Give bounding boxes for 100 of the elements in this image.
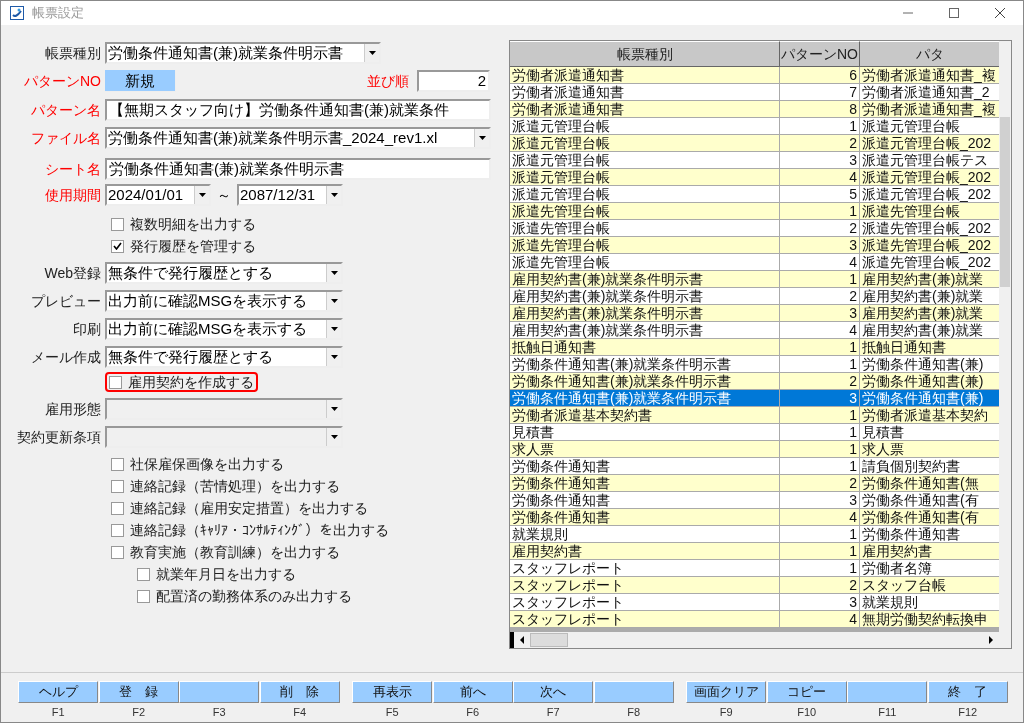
table-row[interactable]: 労働条件通知書(兼)就業条件明示書 2 労働条件通知書(兼) [510, 373, 999, 390]
table-row[interactable]: 派遣先管理台帳 3 派遣先管理台帳_202 [510, 237, 999, 254]
table-row[interactable]: 派遣先管理台帳 1 派遣先管理台帳 [510, 203, 999, 220]
checkbox[interactable] [137, 589, 150, 603]
field-label: パターンNO [23, 71, 102, 91]
table-row[interactable]: スタッフレポート 3 就業規則 [510, 594, 999, 611]
table-cell: 4 [780, 611, 860, 628]
close-icon[interactable] [995, 8, 1005, 18]
table-row[interactable]: 労働者派遣通知書 8 労働者派遣通知書_複 [510, 101, 999, 118]
checkbox-label: 配置済の勤務体系のみ出力する [156, 586, 352, 606]
table-row[interactable]: 雇用契約書(兼)就業条件明示書 2 雇用契約書(兼)就業 [510, 288, 999, 305]
function-key-button[interactable] [847, 681, 928, 703]
function-key-label: F1 [51, 705, 65, 720]
function-key-button[interactable]: 再表示 [352, 681, 433, 703]
dropdown-field[interactable]: 無条件で発行履歴とする [105, 262, 343, 284]
table-row[interactable]: 派遣元管理台帳 1 派遣元管理台帳 [510, 118, 999, 135]
function-key-button[interactable]: ヘルプ [18, 681, 99, 703]
dropdown-arrow-icon [330, 299, 338, 303]
dropdown-field[interactable]: 2024/01/01 [105, 184, 211, 206]
function-key-button[interactable] [593, 681, 674, 703]
dropdown-field[interactable]: 出力前に確認MSGを表示する [105, 290, 343, 312]
field-label: パターン名 [30, 100, 102, 120]
table-row[interactable]: 派遣元管理台帳 4 派遣元管理台帳_202 [510, 169, 999, 186]
checkbox[interactable] [111, 545, 124, 559]
input-field[interactable]: 労働条件通知書(兼)就業条件明示書 [105, 158, 491, 180]
input-field[interactable]: 【無期スタッフ向け】労働条件通知書(兼)就業条件 [105, 99, 491, 121]
field-label: 印刷 [72, 319, 102, 339]
table-row[interactable]: 労働条件通知書(兼)就業条件明示書 1 労働条件通知書(兼) [510, 356, 999, 373]
scroll-left-icon[interactable] [520, 636, 524, 644]
table-row[interactable]: 派遣元管理台帳 2 派遣元管理台帳_202 [510, 135, 999, 152]
function-key-button[interactable]: 終 了 [927, 681, 1008, 703]
column-header[interactable]: 帳票種別 [510, 41, 780, 67]
function-key-label: F5 [385, 705, 399, 720]
checkbox[interactable] [111, 479, 124, 493]
table-row[interactable]: 派遣先管理台帳 4 派遣先管理台帳_202 [510, 254, 999, 271]
table-row[interactable]: 雇用契約書(兼)就業条件明示書 1 雇用契約書(兼)就業 [510, 271, 999, 288]
function-key-button[interactable]: 画面クリア [686, 681, 767, 703]
vertical-scrollbar[interactable] [999, 41, 1011, 632]
table-row[interactable]: 見積書 1 見積書 [510, 424, 999, 441]
table-row[interactable]: 就業規則 1 労働条件通知書 [510, 526, 999, 543]
table-row[interactable]: 抵触日通知書 1 抵触日通知書 [510, 339, 999, 356]
checkbox[interactable] [111, 457, 124, 471]
dropdown-field[interactable]: 無条件で発行履歴とする [105, 346, 343, 368]
function-key-label: F7 [546, 705, 560, 720]
function-key-button[interactable]: 次へ [513, 681, 594, 703]
table-row[interactable]: 求人票 1 求人票 [510, 441, 999, 458]
dropdown-arrow-icon [330, 407, 338, 411]
table-row[interactable]: 雇用契約書(兼)就業条件明示書 4 雇用契約書(兼)就業 [510, 322, 999, 339]
column-header[interactable]: パターンNO [780, 41, 860, 67]
table-row[interactable]: 労働者派遣通知書 7 労働者派遣通知書_2 [510, 84, 999, 101]
maximize-icon[interactable] [949, 8, 959, 18]
checkbox[interactable] [109, 375, 122, 389]
field-label: 帳票種別 [44, 43, 102, 63]
dropdown-field[interactable]: 2087/12/31 [237, 184, 343, 206]
table-row[interactable]: 労働条件通知書 1 請負個別契約書 [510, 458, 999, 475]
table-row[interactable]: 労働条件通知書(兼)就業条件明示書 3 労働条件通知書(兼) [510, 390, 999, 407]
function-key-button[interactable]: コピー [766, 681, 847, 703]
function-key-button[interactable]: 前へ [432, 681, 513, 703]
table-cell: スタッフレポート [510, 611, 780, 628]
table-row[interactable]: 派遣元管理台帳 3 派遣元管理台帳テス [510, 152, 999, 169]
dropdown-field[interactable]: 労働条件通知書(兼)就業条件明示書_2024_rev1.xl [105, 127, 491, 149]
dropdown-field[interactable]: 出力前に確認MSGを表示する [105, 318, 343, 340]
dropdown-arrow-icon [330, 355, 338, 359]
field-label: ファイル名 [30, 128, 102, 148]
table-row[interactable]: 労働者派遣基本契約書 1 労働者派遣基本契約 [510, 407, 999, 424]
dropdown-arrow-icon [330, 193, 338, 197]
field-label: 契約更新条項 [16, 427, 102, 447]
function-key-button[interactable]: 削 除 [259, 681, 340, 703]
field-label: 並び順 [366, 71, 410, 91]
scroll-thumb[interactable] [1000, 117, 1010, 287]
input-field[interactable]: 2 [417, 70, 490, 92]
table-row[interactable]: 労働条件通知書 4 労働条件通知書(有 [510, 509, 999, 526]
horizontal-scrollbar[interactable] [510, 632, 1011, 648]
table-row[interactable]: スタッフレポート 1 労働者名簿 [510, 560, 999, 577]
checkbox[interactable] [111, 523, 124, 537]
scroll-right-icon[interactable] [989, 636, 993, 644]
table-row[interactable]: 派遣元管理台帳 5 派遣元管理台帳_202 [510, 186, 999, 203]
table-row[interactable]: 労働条件通知書 2 労働条件通知書(無 [510, 475, 999, 492]
function-key-label: F2 [132, 705, 146, 720]
table-row[interactable]: 労働者派遣通知書 6 労働者派遣通知書_複 [510, 67, 999, 84]
table-row[interactable]: 労働条件通知書 3 労働条件通知書(有 [510, 492, 999, 509]
field-label: 雇用形態 [44, 399, 102, 419]
checkbox[interactable] [111, 217, 124, 231]
function-key-label: F10 [797, 705, 817, 720]
function-key-button[interactable]: 登 録 [98, 681, 179, 703]
checkbox[interactable] [111, 501, 124, 515]
field-label: 使用期間 [44, 185, 102, 205]
dropdown-arrow-icon [478, 136, 486, 140]
table-row[interactable]: スタッフレポート 4 無期労働契約転換申 [510, 611, 999, 628]
table-row[interactable]: 雇用契約書(兼)就業条件明示書 3 雇用契約書(兼)就業 [510, 305, 999, 322]
dropdown-field[interactable]: 労働条件通知書(兼)就業条件明示書 [105, 42, 381, 64]
table-row[interactable]: 派遣先管理台帳 2 派遣先管理台帳_202 [510, 220, 999, 237]
checkbox[interactable] [111, 239, 124, 253]
checkbox[interactable] [137, 567, 150, 581]
function-key-button[interactable] [179, 681, 260, 703]
scroll-thumb[interactable] [530, 633, 568, 647]
checkbox-label: 複数明細を出力する [130, 214, 256, 234]
table-row[interactable]: スタッフレポート 2 スタッフ台帳 [510, 577, 999, 594]
column-header[interactable]: パタ [860, 41, 999, 67]
table-row[interactable]: 雇用契約書 1 雇用契約書 [510, 543, 999, 560]
